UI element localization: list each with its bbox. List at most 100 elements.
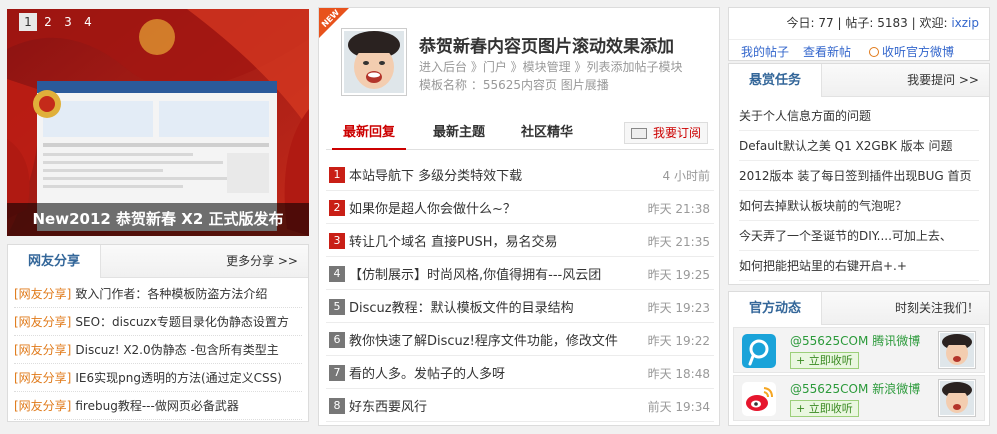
featured-title[interactable]: 恭贺新春内容页图片滚动效果添加 bbox=[419, 32, 674, 57]
follow-button[interactable]: + 立即收听 bbox=[790, 352, 859, 369]
slider-caption[interactable]: New2012 恭贺新春 X2 正式版发布 bbox=[7, 203, 309, 236]
today-count: 今日: 77 bbox=[786, 16, 834, 30]
weibo-account-name[interactable]: @55625COM 腾讯微博 bbox=[790, 332, 920, 349]
thread-title[interactable]: 本站导航下 多级分类特效下载 bbox=[349, 165, 522, 184]
tasks-title: 悬赏任务 bbox=[729, 64, 823, 97]
my-posts-link[interactable]: 我的帖子 bbox=[741, 43, 789, 60]
share-item-title[interactable]: SEO：discuzx专题目录化伪静态设置方 bbox=[75, 315, 288, 329]
share-item-title[interactable]: IE6实现png透明的方法(通过定义CSS) bbox=[75, 371, 282, 385]
tab-latest-topic[interactable]: 最新主题 bbox=[422, 116, 496, 150]
thread-tabs: 最新回复 最新主题 社区精华 我要订阅 bbox=[326, 116, 714, 150]
thread-time: 昨天 18:48 bbox=[647, 367, 710, 381]
user-links: 我的帖子 查看新帖 收听官方微博 bbox=[729, 39, 989, 61]
slider-page-3[interactable]: 3 bbox=[59, 13, 77, 31]
featured-avatar[interactable] bbox=[341, 28, 407, 96]
share-panel: 网友分享 更多分享 >> [网友分享] 致入门作者：各种模板防盗方法介绍 [网友分… bbox=[7, 244, 309, 422]
welcome-label: 欢迎: bbox=[919, 16, 948, 30]
task-item[interactable]: 关于个人信息方面的问题 bbox=[739, 101, 979, 131]
sina-weibo-icon[interactable] bbox=[742, 382, 776, 416]
thread-list: 1 本站导航下 多级分类特效下载 4 小时前 2 如果你是超人你会做什么~？ 昨天 21… bbox=[326, 158, 714, 422]
listen-icon bbox=[869, 47, 879, 57]
ask-question-link[interactable]: 我要提问 >> bbox=[907, 64, 979, 97]
weibo-avatar[interactable] bbox=[938, 379, 976, 417]
thread-time: 4 小时前 bbox=[662, 169, 710, 183]
thread-rank: 4 bbox=[329, 266, 345, 282]
thread-row[interactable]: 8 好东西要风行 前天 19:34 bbox=[326, 389, 714, 422]
task-item[interactable]: 如何去掉默认板块前的气泡呢？ bbox=[739, 191, 979, 221]
weibo-platform: 腾讯微博 bbox=[872, 334, 921, 348]
username-link[interactable]: ixzip bbox=[951, 16, 979, 30]
subscribe-label: 我要订阅 bbox=[652, 126, 701, 140]
task-list: 关于个人信息方面的问题 Default默认之美 Q1 X2GBK 版本 问题 2… bbox=[729, 97, 989, 285]
slider-page-2[interactable]: 2 bbox=[39, 13, 57, 31]
post-count: 帖子: 5183 bbox=[845, 16, 908, 30]
task-item[interactable]: 如何把能把站里的右键开启+.+ bbox=[739, 251, 979, 281]
share-item-tag[interactable]: [网友分享] bbox=[14, 315, 71, 329]
thread-row[interactable]: 6 教你快速了解Discuz!程序文件功能，修改文件 昨天 19:22 bbox=[326, 323, 714, 356]
follow-us-text: 时刻关注我们！ bbox=[894, 301, 979, 315]
tab-community-digest[interactable]: 社区精华 bbox=[510, 116, 584, 150]
follow-button[interactable]: + 立即收听 bbox=[790, 400, 859, 417]
featured-template: 模板名称 ：55625内容页 图片展播 bbox=[419, 78, 609, 92]
slider-page-1[interactable]: 1 bbox=[19, 13, 37, 31]
thread-title[interactable]: 教你快速了解Discuz!程序文件功能，修改文件 bbox=[349, 330, 618, 349]
featured-breadcrumb: 进入后台 》门户 》模块管理 》列表添加帖子模块 bbox=[419, 60, 683, 74]
weibo-avatar[interactable] bbox=[938, 331, 976, 369]
thread-title[interactable]: 【仿制展示】时尚风格,你值得拥有---风云团 bbox=[349, 264, 601, 283]
thread-time: 昨天 19:22 bbox=[647, 334, 710, 348]
thread-title[interactable]: Discuz教程：默认模板文件的目录结构 bbox=[349, 297, 574, 316]
share-item-tag[interactable]: [网友分享] bbox=[14, 371, 71, 385]
thread-row[interactable]: 1 本站导航下 多级分类特效下载 4 小时前 bbox=[326, 158, 714, 191]
thread-title[interactable]: 看的人多。发帖子的人多呀 bbox=[349, 363, 505, 382]
tab-latest-reply[interactable]: 最新回复 bbox=[332, 116, 407, 150]
featured-post: 恭贺新春内容页图片滚动效果添加 进入后台 》门户 》模块管理 》列表添加帖子模块… bbox=[341, 26, 701, 111]
thread-title[interactable]: 好东西要风行 bbox=[349, 396, 427, 415]
thread-row[interactable]: 4 【仿制展示】时尚风格,你值得拥有---风云团 昨天 19:25 bbox=[326, 257, 714, 290]
thread-row[interactable]: 3 转让几个域名 直接PUSH，易名交易 昨天 21:35 bbox=[326, 224, 714, 257]
task-item[interactable]: Default默认之美 Q1 X2GBK 版本 问题 bbox=[739, 131, 979, 161]
share-item-title[interactable]: firebug教程---做网页必备武器 bbox=[75, 399, 238, 413]
thread-row[interactable]: 7 看的人多。发帖子的人多呀 昨天 18:48 bbox=[326, 356, 714, 389]
slider-pagination: 1 2 3 4 bbox=[19, 13, 97, 31]
thread-row[interactable]: 5 Discuz教程：默认模板文件的目录结构 昨天 19:23 bbox=[326, 290, 714, 323]
thread-rank: 8 bbox=[329, 398, 345, 414]
share-item-tag[interactable]: [网友分享] bbox=[14, 287, 71, 301]
banner-image[interactable] bbox=[7, 9, 309, 236]
share-item-tag[interactable]: [网友分享] bbox=[14, 399, 71, 413]
thread-time: 昨天 21:38 bbox=[647, 202, 710, 216]
weibo-platform: 新浪微博 bbox=[872, 382, 921, 396]
share-more-link[interactable]: 更多分享 >> bbox=[226, 245, 298, 278]
slider-page-4[interactable]: 4 bbox=[79, 13, 97, 31]
share-item[interactable]: [网友分享] firebug教程---做网页必备武器 bbox=[14, 392, 302, 420]
bounty-tasks-panel: 悬赏任务 我要提问 >> 关于个人信息方面的问题 Default默认之美 Q1 … bbox=[728, 63, 990, 285]
thread-rank: 5 bbox=[329, 299, 345, 315]
child-avatar-icon bbox=[940, 381, 974, 415]
listen-weibo-link[interactable]: 收听官方微博 bbox=[869, 43, 954, 60]
thread-rank: 1 bbox=[329, 167, 345, 183]
share-item[interactable]: [网友分享] 致入门作者：各种模板防盗方法介绍 bbox=[14, 280, 302, 308]
subscribe-button[interactable]: 我要订阅 bbox=[623, 122, 708, 144]
share-item-title[interactable]: 致入门作者：各种模板防盗方法介绍 bbox=[75, 287, 267, 301]
weibo-account-name[interactable]: @55625COM 新浪微博 bbox=[790, 380, 920, 397]
share-item[interactable]: [网友分享] IE6实现png透明的方法(通过定义CSS) bbox=[14, 364, 302, 392]
child-photo-icon bbox=[344, 31, 404, 93]
qq-weibo-icon[interactable] bbox=[742, 334, 776, 368]
share-list: [网友分享] 致入门作者：各种模板防盗方法介绍 [网友分享] SEO：discuzx… bbox=[8, 278, 308, 422]
thread-title[interactable]: 转让几个域名 直接PUSH，易名交易 bbox=[349, 231, 558, 250]
share-item[interactable]: [网友分享] Discuz! X2.0伪静态 -包含所有类型主 bbox=[14, 336, 302, 364]
mail-icon bbox=[630, 128, 647, 139]
latest-panel: NEW 恭贺新春内容页图片滚动效果添加 进入后台 》门户 》模块管理 》列表添加… bbox=[318, 7, 720, 426]
share-item[interactable]: [网友分享] SEO：discuzx专题目录化伪静态设置方 bbox=[14, 308, 302, 336]
thread-row[interactable]: 2 如果你是超人你会做什么~？ 昨天 21:38 bbox=[326, 191, 714, 224]
thread-time: 昨天 19:25 bbox=[647, 268, 710, 282]
task-item[interactable]: 今天弄了一个圣诞节的DIY....可加上去、 bbox=[739, 221, 979, 251]
banner-slider[interactable]: 1 2 3 4 New2012 恭贺新春 X2 正式版发布 bbox=[7, 9, 309, 236]
share-item-title[interactable]: Discuz! X2.0伪静态 -包含所有类型主 bbox=[75, 343, 278, 357]
share-item-tag[interactable]: [网友分享] bbox=[14, 343, 71, 357]
thread-time: 昨天 21:35 bbox=[647, 235, 710, 249]
thread-rank: 6 bbox=[329, 332, 345, 348]
view-new-posts-link[interactable]: 查看新帖 bbox=[803, 43, 851, 60]
thread-title[interactable]: 如果你是超人你会做什么~？ bbox=[349, 198, 516, 217]
weibo-account-tencent: @55625COM 腾讯微博 + 立即收听 bbox=[733, 327, 985, 373]
task-item[interactable]: 2012版本 装了每日签到插件出现BUG 首页 bbox=[739, 161, 979, 191]
